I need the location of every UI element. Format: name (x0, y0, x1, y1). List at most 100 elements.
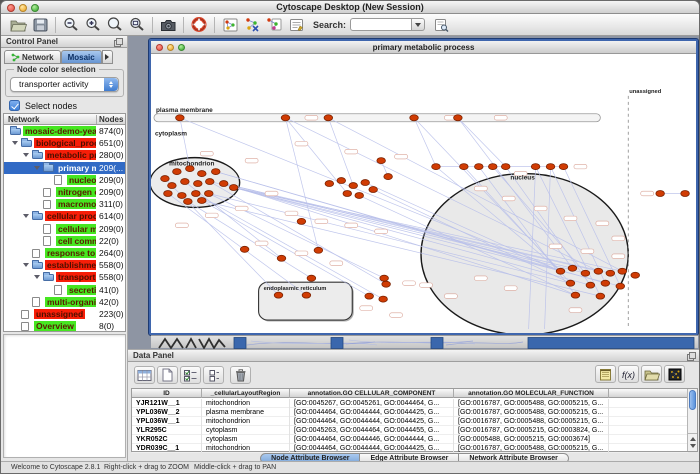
network-node[interactable] (349, 183, 358, 189)
delete-attribute-button[interactable] (230, 366, 251, 384)
network-canvas[interactable]: plasma membrane cytoplasm mitochondrion … (151, 54, 696, 333)
network-node[interactable] (343, 191, 352, 197)
network-node[interactable] (382, 281, 391, 287)
column-header[interactable] (609, 389, 688, 398)
tree-header-nodes[interactable]: Nodes (99, 114, 123, 125)
network-node[interactable] (601, 280, 610, 286)
tab-overflow-button[interactable] (102, 50, 113, 64)
expander-icon[interactable] (23, 263, 29, 267)
zoom-selected-button[interactable] (104, 15, 126, 34)
open-button[interactable] (7, 15, 29, 34)
expander-icon[interactable] (23, 214, 29, 218)
network-node[interactable] (568, 265, 577, 271)
network-view-window[interactable]: primary metabolic process plasma membran… (149, 39, 698, 335)
network-node[interactable] (546, 164, 555, 170)
tree-row[interactable]: cellular process614(0) (4, 210, 125, 222)
network-node[interactable] (559, 164, 568, 170)
network-node[interactable] (656, 191, 665, 197)
table-row[interactable]: YPL036W__1mitochondrion[GO:0044464, GO:0… (132, 417, 688, 426)
search-dropdown-arrow[interactable] (412, 18, 425, 31)
network-node[interactable] (198, 171, 207, 177)
save-button[interactable] (29, 15, 51, 34)
network-node[interactable] (168, 183, 177, 189)
table-row[interactable]: YPL036W__2plasma membrane[GO:0044464, GO… (132, 408, 688, 417)
network-node[interactable] (176, 115, 185, 121)
network-node[interactable] (410, 115, 419, 121)
tree-row[interactable]: Overview8(0) (4, 320, 125, 332)
network-window-titlebar[interactable]: primary metabolic process (151, 41, 696, 54)
function-builder-button[interactable]: f(x) (618, 365, 639, 383)
network-node[interactable] (369, 187, 378, 193)
network-node[interactable] (681, 191, 690, 197)
network-graph[interactable]: plasma membrane cytoplasm mitochondrion … (151, 54, 694, 333)
network-node[interactable] (355, 193, 364, 199)
network-node[interactable] (324, 115, 333, 121)
network-node[interactable] (380, 275, 389, 281)
network-node[interactable] (274, 292, 283, 298)
tree-row[interactable]: nitrogen compo209(0) (4, 186, 125, 198)
column-header[interactable]: annotation.GO CELLULAR_COMPONENT (290, 389, 454, 398)
network-node[interactable] (616, 283, 625, 289)
notepad-button[interactable] (595, 365, 616, 383)
expander-icon[interactable] (34, 166, 40, 170)
network-node[interactable] (454, 115, 463, 121)
table-row[interactable]: YLR295Ccytoplasm[GO:0045263, GO:0044464,… (132, 426, 688, 435)
unselect-all-attributes-button[interactable] (203, 366, 224, 384)
network-node[interactable] (192, 191, 201, 197)
expander-icon[interactable] (23, 153, 29, 157)
network-node[interactable] (618, 268, 627, 274)
network-node[interactable] (365, 293, 374, 299)
network-node[interactable] (219, 181, 228, 187)
zoom-in-button[interactable] (82, 15, 104, 34)
search-options-button[interactable] (430, 15, 452, 34)
column-header[interactable]: _cellularLayoutRegion (202, 389, 290, 398)
network-node[interactable] (631, 272, 640, 278)
matrix-view-button[interactable] (664, 365, 685, 383)
network-node[interactable] (377, 158, 386, 164)
background-windows[interactable] (151, 335, 698, 348)
zoom-fit-button[interactable] (126, 15, 148, 34)
birdseye-view[interactable] (3, 334, 126, 458)
search-input[interactable] (350, 18, 412, 31)
network-node[interactable] (205, 179, 214, 185)
network-node[interactable] (302, 292, 311, 298)
network-node[interactable] (194, 181, 203, 187)
network-node[interactable] (307, 275, 316, 281)
network-node[interactable] (432, 164, 441, 170)
network-node[interactable] (566, 280, 575, 286)
tree-row[interactable]: multi-organism pro42(0) (4, 296, 125, 308)
tree-row[interactable]: secretion41(0) (4, 284, 125, 296)
network-node[interactable] (173, 169, 182, 175)
table-scrollbar[interactable] (687, 389, 697, 451)
import-attributes-button[interactable] (641, 365, 662, 383)
tab-network[interactable]: Network (4, 50, 61, 64)
annotation-button[interactable] (285, 15, 307, 34)
help-button[interactable] (188, 15, 210, 34)
float-icon[interactable] (687, 352, 696, 361)
window-titlebar[interactable]: Cytoscape Desktop (New Session) (1, 1, 699, 14)
network-node[interactable] (531, 164, 540, 170)
tree-row[interactable]: mosaic-demo-yeast874(0) (4, 125, 125, 137)
select-all-attributes-button[interactable] (180, 366, 201, 384)
network-node[interactable] (337, 178, 346, 184)
tree-row[interactable]: macromolecule311(0) (4, 198, 125, 210)
network-node[interactable] (229, 185, 238, 191)
float-icon[interactable] (114, 38, 123, 47)
table-row[interactable]: YJR121W__1mitochondrion[GO:0045267, GO:0… (132, 399, 688, 408)
layout-b-button[interactable] (263, 15, 285, 34)
scroll-up-icon[interactable] (690, 437, 696, 441)
network-node[interactable] (240, 246, 249, 252)
network-node[interactable] (198, 197, 207, 203)
network-node[interactable] (556, 268, 565, 274)
tree-row[interactable]: transport558(0) (4, 271, 125, 283)
new-attribute-button[interactable] (157, 366, 178, 384)
network-node[interactable] (164, 191, 173, 197)
expander-icon[interactable] (12, 141, 18, 145)
network-node[interactable] (475, 164, 484, 170)
tree-header-network[interactable]: Network (8, 114, 40, 125)
column-header[interactable]: ID (132, 389, 202, 398)
tree-row[interactable]: response to stimulu264(0) (4, 247, 125, 259)
column-header[interactable]: annotation.GO MOLECULAR_FUNCTION (454, 389, 609, 398)
select-attributes-button[interactable] (134, 366, 155, 384)
node-color-dropdown[interactable]: transporter activity (10, 77, 119, 92)
